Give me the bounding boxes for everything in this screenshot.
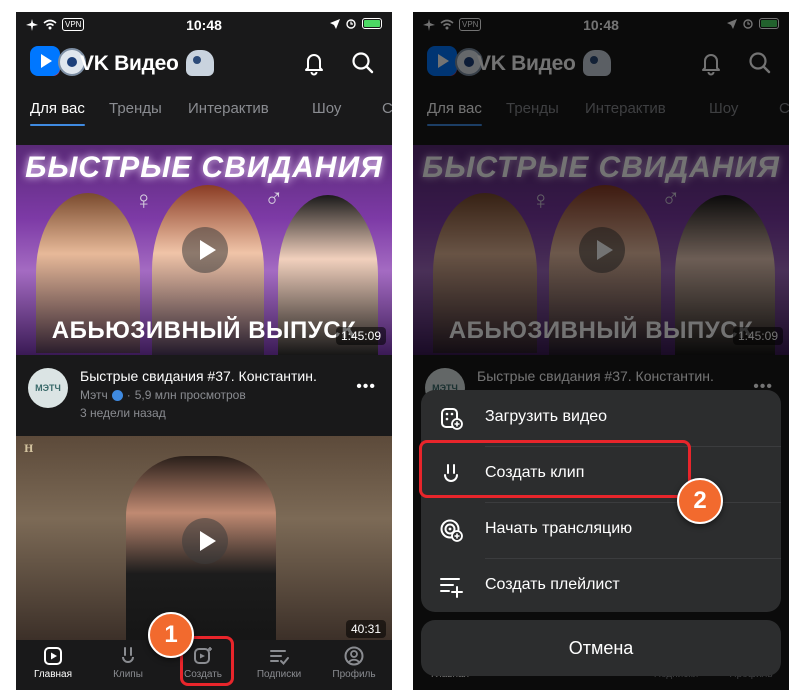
female-symbol-icon: ♀ [134, 185, 154, 215]
play-icon[interactable] [182, 227, 228, 273]
channel-name[interactable]: Мэтч [80, 388, 108, 402]
highlight-create-clip [419, 440, 691, 498]
clips-icon [122, 647, 134, 663]
location-icon [330, 18, 340, 29]
menu-label: Загрузить видео [485, 408, 608, 425]
tab-trends[interactable]: Тренды [109, 100, 162, 117]
video-meta: МЭТЧ Быстрые свидания #37. Константин. М… [16, 362, 392, 442]
verified-icon [111, 389, 123, 401]
nav-clips[interactable]: Клипы [93, 645, 163, 680]
nav-home[interactable]: Главная [18, 645, 88, 680]
app-header: VK Видео [16, 38, 392, 96]
menu-label: Начать трансляцию [485, 520, 633, 537]
thumbnail-title: БЫСТРЫЕ СВИДАНИЯ [25, 151, 383, 184]
brand-title: VK Видео [80, 52, 179, 75]
more-options-icon[interactable]: ••• [356, 378, 376, 396]
separator: · [126, 388, 131, 402]
nav-profile[interactable]: Профиль [319, 645, 389, 680]
channel-avatar[interactable]: МЭТЧ [28, 368, 68, 408]
phone-screen-create-menu: VPN 10:48 VK Видео Для вас Тренды Интера… [413, 12, 789, 690]
bell-icon[interactable] [301, 50, 327, 76]
tab-for-you[interactable]: Для вас [30, 100, 85, 126]
video-title[interactable]: Быстрые свидания #37. Константин. [80, 368, 317, 384]
search-icon[interactable] [350, 50, 376, 76]
view-count: 5,9 млн просмотров [134, 388, 246, 402]
create-action-sheet: Загрузить видео Создать клип Начать тран… [421, 390, 781, 612]
nav-label: Профиль [332, 669, 376, 680]
menu-label: Создать плейлист [485, 576, 620, 593]
battery-icon [362, 18, 382, 29]
video-duration: 1:45:09 [335, 327, 386, 345]
tab-shows[interactable]: Шоу [312, 100, 341, 117]
nav-label: Главная [33, 669, 73, 680]
step-badge-2: 2 [677, 478, 723, 524]
nav-label: Подписки [256, 669, 302, 680]
ghost-mascot-icon [186, 50, 214, 76]
playlist-add-icon [440, 578, 463, 598]
video-thumbnail-1[interactable]: ♀ ♂ БЫСТРЫЕ СВИДАНИЯ АБЬЮЗИВНЫЙ ВЫПУСК 1… [16, 145, 392, 355]
tab-interactive[interactable]: Интерактив [188, 100, 269, 117]
video-info: Мэтч · 5,9 млн просмотров [80, 388, 246, 402]
menu-create-playlist[interactable]: Создать плейлист [421, 558, 781, 614]
step-badge-1: 1 [148, 612, 194, 658]
channel-watermark: H [24, 444, 34, 455]
male-symbol-icon: ♂ [264, 183, 284, 213]
home-video-icon [44, 647, 62, 665]
status-bar: VPN 10:48 [16, 12, 392, 38]
tab-more[interactable]: С [382, 100, 392, 117]
nav-subscriptions[interactable]: Подписки [244, 645, 314, 680]
broadcast-icon [440, 519, 463, 542]
cancel-button[interactable]: Отмена [421, 620, 781, 676]
phone-screen-home: VPN 10:48 VK Видео Для вас Тренды Интера… [16, 12, 392, 690]
menu-upload-video[interactable]: Загрузить видео [421, 390, 781, 446]
upload-date: 3 недели назад [80, 406, 166, 420]
upload-video-icon [441, 408, 463, 430]
nav-label: Клипы [113, 669, 143, 680]
subscriptions-icon [270, 650, 289, 665]
video-thumbnail-2[interactable]: H 40:31 [16, 436, 392, 644]
profile-icon [344, 646, 364, 666]
alarm-icon [346, 18, 356, 29]
vk-video-logo-icon [30, 46, 60, 76]
video-duration: 40:31 [345, 620, 386, 638]
menu-start-stream[interactable]: Начать трансляцию [421, 502, 781, 558]
category-tabs: Для вас Тренды Интерактив Шоу С [16, 98, 392, 138]
play-icon[interactable] [182, 518, 228, 564]
